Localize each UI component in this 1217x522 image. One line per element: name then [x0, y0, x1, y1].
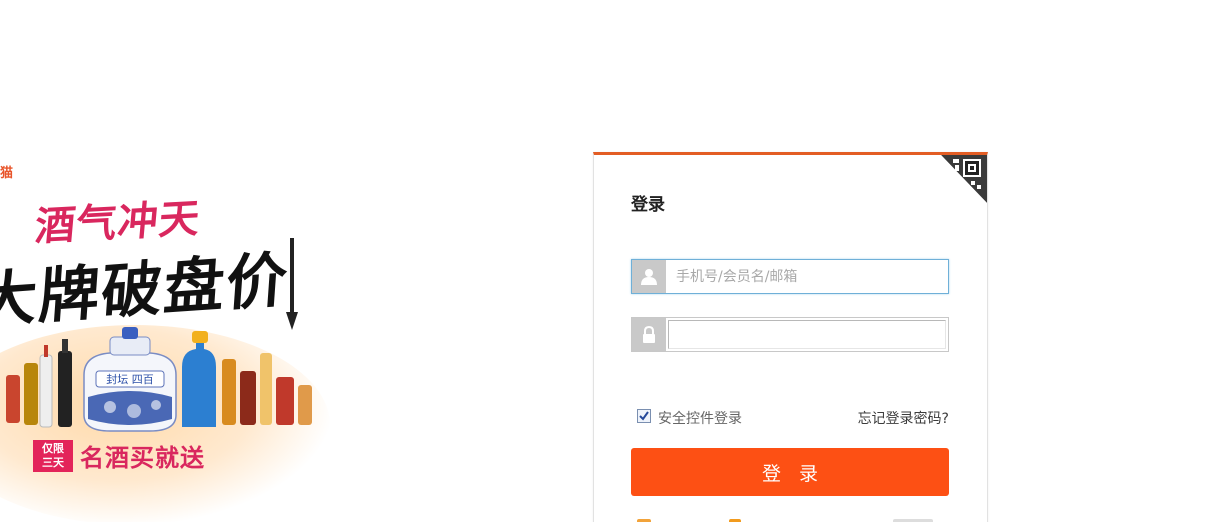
login-page: 猫 酒气冲天 大牌破盘价 封坛 四百 仅限 三天 名酒买就送 登录 手机号/会员…: [0, 0, 1217, 522]
password-input[interactable]: [668, 320, 946, 349]
login-title: 登录: [631, 195, 665, 215]
username-field: [631, 259, 949, 294]
promo-slogan: 名酒买就送: [80, 444, 205, 472]
secure-login-label: 安全控件登录: [658, 411, 742, 427]
badge-line-1: 仅限: [42, 442, 64, 455]
checkmark-icon: [639, 411, 649, 421]
secure-login-checkbox[interactable]: [637, 409, 651, 423]
username-input[interactable]: [666, 260, 948, 293]
user-icon: [632, 260, 666, 293]
bottle-label: 封坛 四百: [106, 372, 154, 386]
secure-login-row: 安全控件登录 忘记登录密码?: [637, 407, 949, 427]
qr-code-icon[interactable]: [941, 155, 987, 203]
promo-brand-mark: 猫: [0, 166, 14, 181]
password-field: [631, 317, 949, 352]
liquor-bottles-image: 封坛 四百: [6, 327, 312, 432]
lock-icon: [632, 318, 666, 351]
forgot-password-link[interactable]: 忘记登录密码?: [858, 408, 949, 428]
badge-line-2: 三天: [42, 456, 64, 469]
limited-time-badge: 仅限 三天: [33, 440, 73, 472]
login-submit-button[interactable]: 登录: [631, 448, 949, 496]
login-panel: 登录 手机号/会员名/邮箱 安全控件登录 忘记登录密码? 登录: [593, 152, 988, 522]
promo-banner[interactable]: 猫 酒气冲天 大牌破盘价 封坛 四百 仅限 三天 名酒买就送: [0, 150, 340, 522]
